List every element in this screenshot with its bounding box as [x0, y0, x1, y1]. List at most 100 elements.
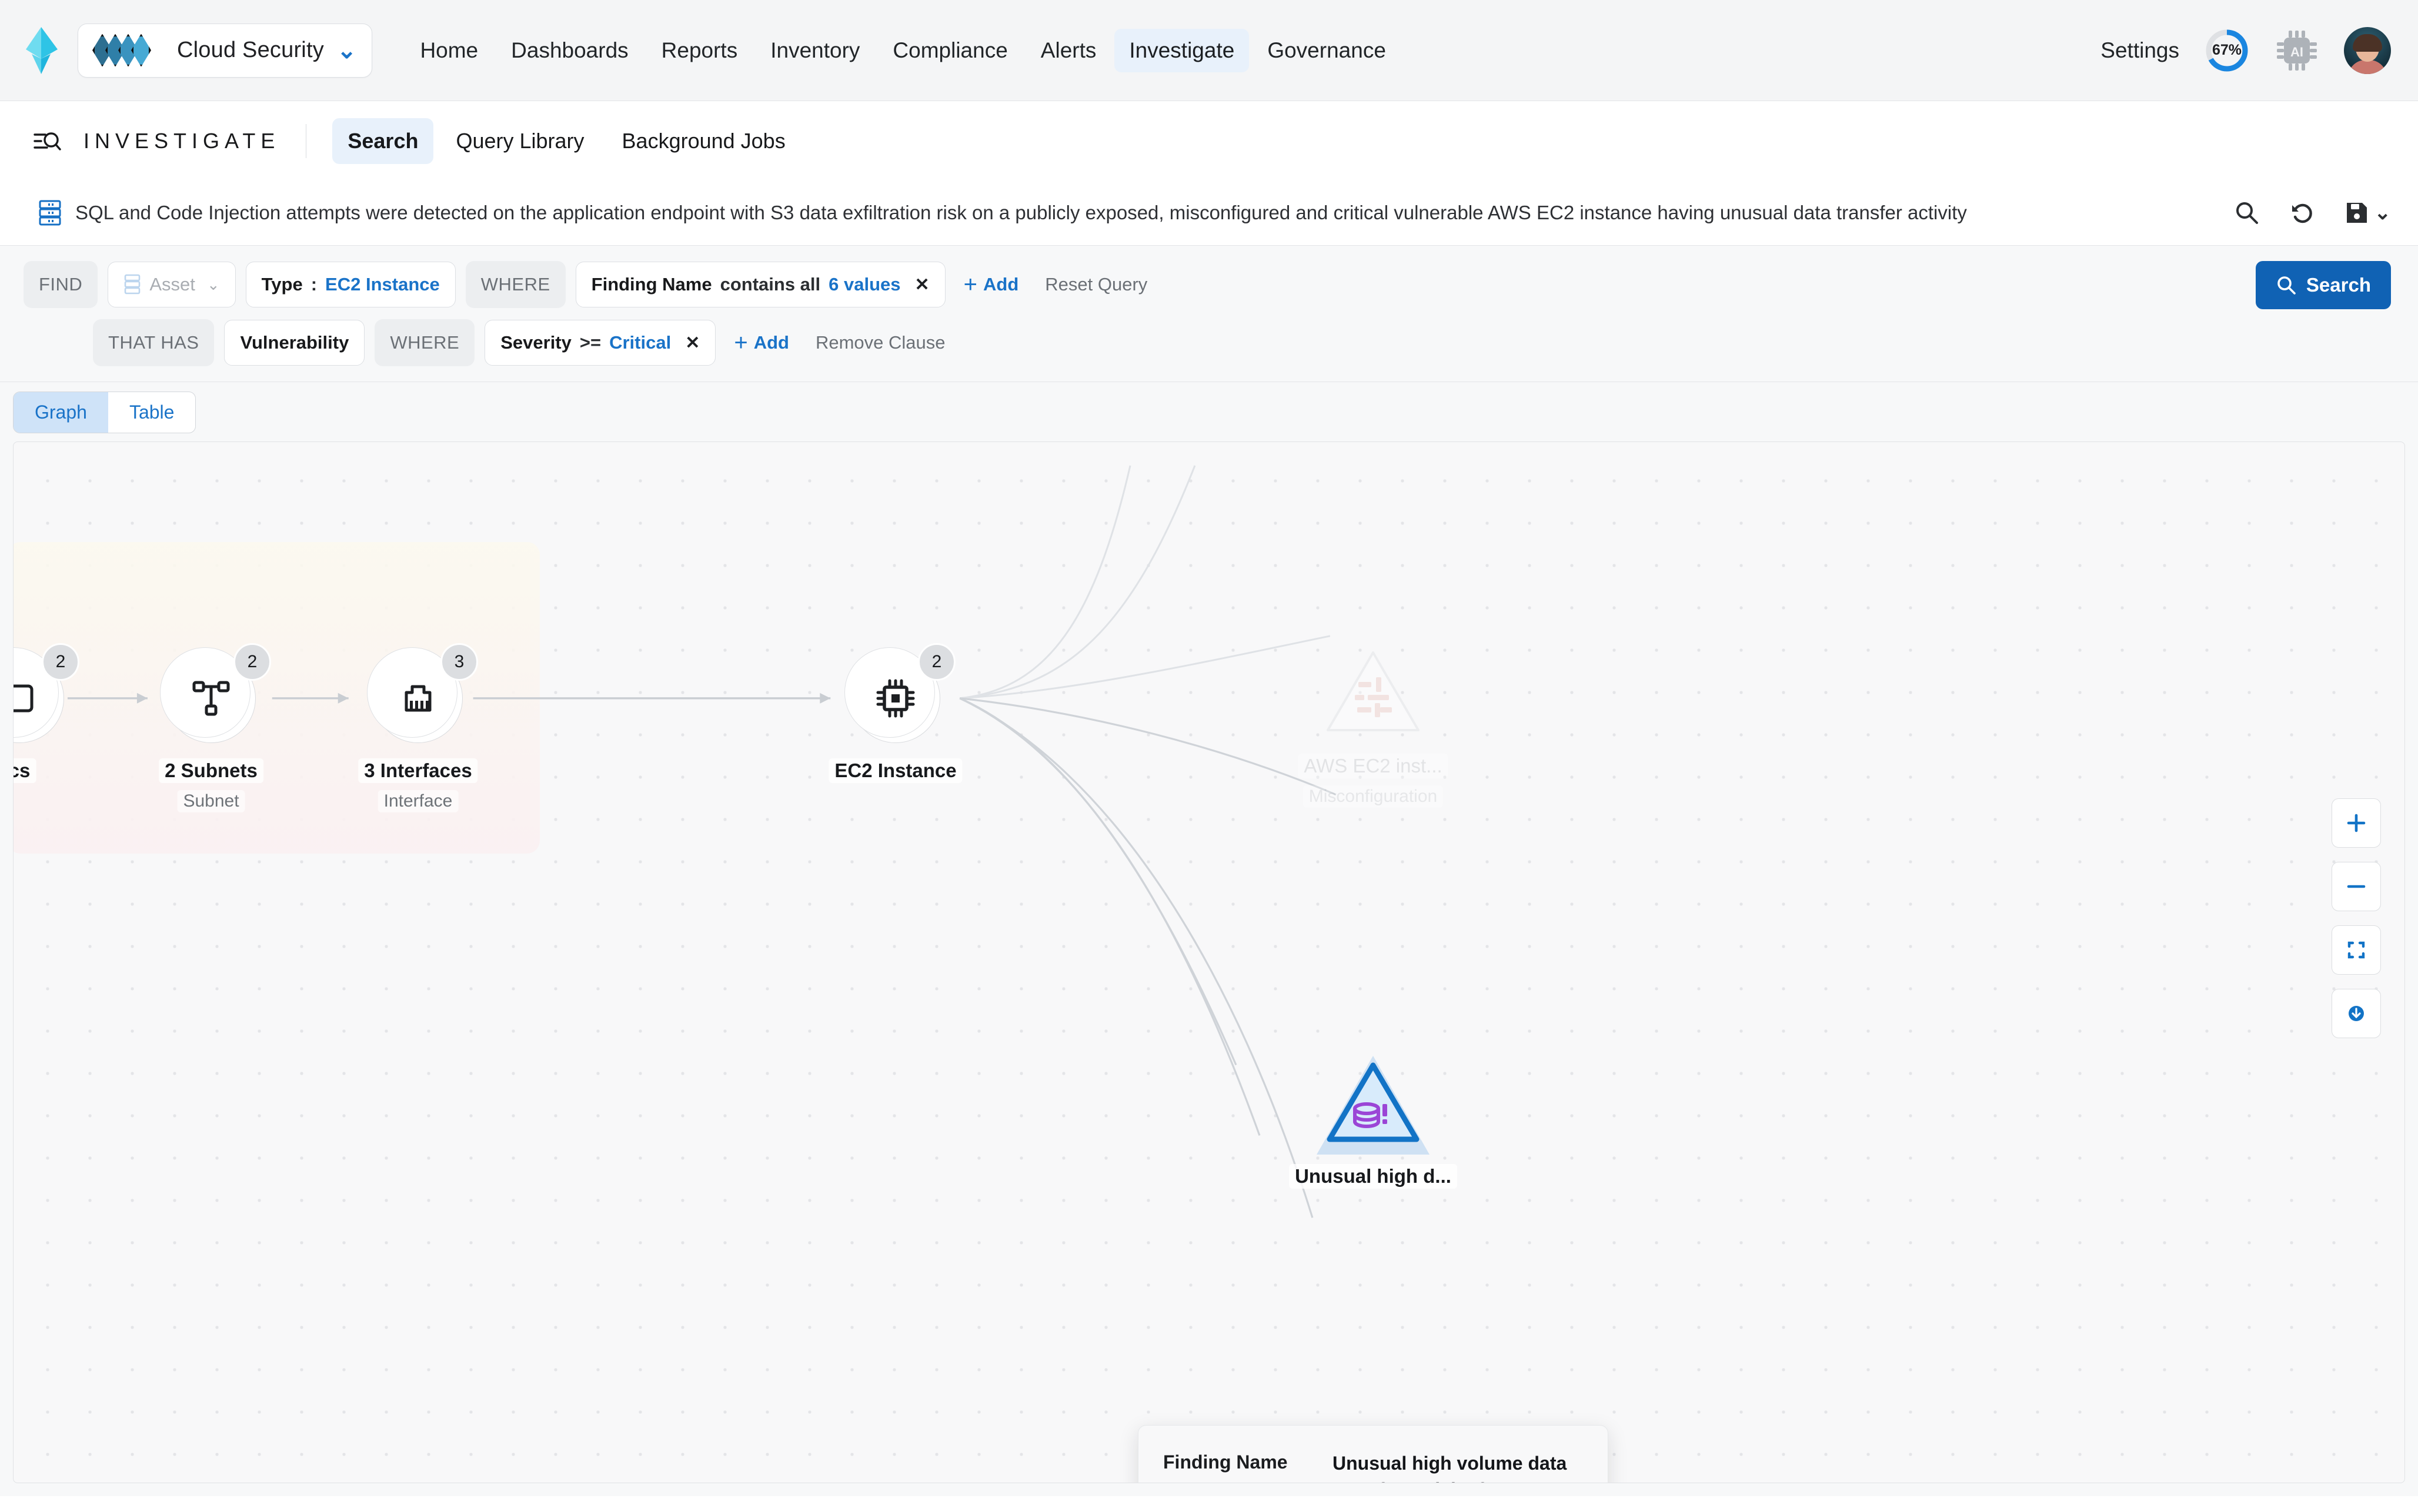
save-query-group[interactable]: ⌄ — [2345, 201, 2392, 225]
nav-item-dashboards[interactable]: Dashboards — [496, 29, 643, 72]
reset-query-button[interactable]: Reset Query — [1037, 268, 1155, 301]
query-description-actions: ⌄ — [2235, 200, 2392, 225]
graph-canvas[interactable]: 2 cs 2 2 Subnets Subnet — [13, 441, 2405, 1483]
investigate-subheader: INVESTIGATE Search Query Library Backgro… — [0, 101, 2418, 180]
nav-item-investigate[interactable]: Investigate — [1114, 29, 1249, 72]
product-name-label: Cloud Security — [177, 38, 324, 63]
undo-icon[interactable] — [2290, 200, 2315, 225]
triangle-shape[interactable] — [1324, 1059, 1422, 1145]
node-sublabel: Misconfiguration — [1303, 785, 1443, 808]
view-tab-table[interactable]: Table — [108, 392, 196, 433]
tooltip-row-finding-name: Finding Name Unusual high volume data tr… — [1163, 1450, 1581, 1483]
asset-icon — [123, 274, 141, 295]
product-logo-icon — [92, 34, 164, 68]
top-header: Cloud Security ⌄ Home Dashboards Reports… — [0, 0, 2418, 101]
plus-icon: + — [964, 275, 977, 294]
condition-field: Finding Name — [592, 274, 712, 295]
zoom-out-button[interactable] — [2332, 862, 2381, 911]
remove-condition-icon[interactable]: ✕ — [685, 333, 700, 353]
view-tab-graph[interactable]: Graph — [14, 392, 108, 433]
find-keyword: FIND — [24, 261, 98, 308]
plus-icon: + — [734, 333, 747, 352]
fit-to-screen-button[interactable] — [2332, 925, 2381, 975]
download-icon — [2344, 1002, 2368, 1025]
query-description-text: SQL and Code Injection attempts were det… — [75, 200, 2204, 225]
chevron-down-icon[interactable]: ⌄ — [207, 276, 220, 294]
finding-name-condition-pill[interactable]: Finding Name contains all 6 values ✕ — [576, 262, 946, 307]
zoom-in-button[interactable] — [2332, 798, 2381, 848]
remove-clause-button[interactable]: Remove Clause — [807, 326, 954, 359]
search-button[interactable]: Search — [2256, 261, 2391, 309]
nav-item-governance[interactable]: Governance — [1253, 29, 1401, 72]
severity-condition-pill[interactable]: Severity >= Critical ✕ — [485, 320, 716, 366]
node-count-badge: 2 — [233, 643, 271, 681]
add-condition-button-2[interactable]: + Add — [726, 326, 797, 359]
asset-label: Asset — [149, 274, 195, 295]
main-nav: Home Dashboards Reports Inventory Compli… — [405, 29, 1400, 72]
where-keyword-1: WHERE — [466, 261, 566, 308]
entity-label: Vulnerability — [240, 332, 349, 353]
fullscreen-icon — [2344, 938, 2368, 962]
app-logo-icon[interactable] — [24, 26, 60, 75]
node-sublabel: Subnet — [177, 790, 245, 812]
add-condition-button-1[interactable]: + Add — [956, 268, 1027, 301]
tab-query-library[interactable]: Query Library — [440, 118, 599, 164]
progress-percent-label: 67% — [2204, 28, 2250, 73]
asset-selector[interactable]: Asset ⌄ — [108, 262, 235, 307]
database-icon — [38, 199, 62, 226]
node-count-badge: 2 — [42, 643, 79, 681]
nav-item-reports[interactable]: Reports — [647, 29, 753, 72]
svg-text:AI: AI — [2290, 45, 2303, 59]
product-switcher[interactable]: Cloud Security ⌄ — [78, 24, 372, 78]
condition-value: Critical — [609, 332, 671, 353]
nav-item-compliance[interactable]: Compliance — [878, 29, 1022, 72]
node-label: 3 Interfaces — [358, 758, 477, 783]
investigate-title: INVESTIGATE — [84, 129, 280, 153]
vulnerability-entity-pill[interactable]: Vulnerability — [224, 320, 365, 366]
that-has-keyword: THAT HAS — [93, 319, 214, 366]
alert-bang — [1382, 1104, 1387, 1124]
type-sep: : — [311, 274, 317, 295]
query-clause-row-2: THAT HAS Vulnerability WHERE Severity >=… — [24, 319, 2391, 366]
user-avatar[interactable] — [2344, 27, 2391, 74]
query-description-row: SQL and Code Injection attempts were det… — [0, 180, 2418, 245]
condition-operator: contains all — [720, 274, 821, 295]
save-icon — [2345, 201, 2369, 225]
header-actions: Settings 67% — [2100, 27, 2391, 74]
minus-icon — [2344, 875, 2368, 898]
search-icon — [2276, 275, 2297, 296]
subnet-icon — [189, 677, 233, 720]
progress-donut[interactable]: 67% — [2204, 28, 2250, 73]
settings-link[interactable]: Settings — [2100, 38, 2179, 63]
chevron-down-icon[interactable]: ⌄ — [337, 39, 357, 62]
tab-search[interactable]: Search — [332, 118, 433, 164]
remove-condition-icon[interactable]: ✕ — [915, 275, 930, 295]
search-icon[interactable] — [2235, 200, 2259, 225]
partial-icon — [13, 678, 40, 719]
investigate-search-icon — [33, 127, 61, 155]
tooltip-value: Unusual high volume data transfer activi… — [1332, 1450, 1581, 1483]
chevron-down-icon[interactable]: ⌄ — [2374, 203, 2392, 223]
nav-item-inventory[interactable]: Inventory — [756, 29, 874, 72]
graph-controls — [2332, 798, 2381, 1038]
graph-canvas-wrapper: 2 cs 2 2 Subnets Subnet — [0, 441, 2418, 1496]
view-mode-toggle: Graph Table — [13, 392, 196, 433]
nav-item-home[interactable]: Home — [405, 29, 493, 72]
triangle-shape[interactable] — [1324, 649, 1422, 735]
node-label: 2 Subnets — [159, 758, 263, 783]
type-filter-pill[interactable]: Type : EC2 Instance — [246, 262, 456, 307]
type-value: EC2 Instance — [325, 274, 440, 295]
nav-item-alerts[interactable]: Alerts — [1026, 29, 1111, 72]
node-label: EC2 Instance — [829, 758, 962, 783]
ai-chip-icon[interactable]: AI — [2275, 28, 2319, 73]
interface-icon — [396, 677, 440, 720]
condition-operator: >= — [580, 332, 601, 353]
add-label: Add — [983, 274, 1018, 295]
chip-icon — [873, 676, 918, 721]
node-count-badge: 2 — [918, 643, 956, 681]
type-key: Type — [262, 274, 303, 295]
query-clause-row-1: FIND Asset ⌄ Type : EC2 Instance WHERE F… — [24, 261, 2391, 308]
condition-field: Severity — [500, 332, 572, 353]
tab-background-jobs[interactable]: Background Jobs — [607, 118, 801, 164]
download-button[interactable] — [2332, 989, 2381, 1038]
